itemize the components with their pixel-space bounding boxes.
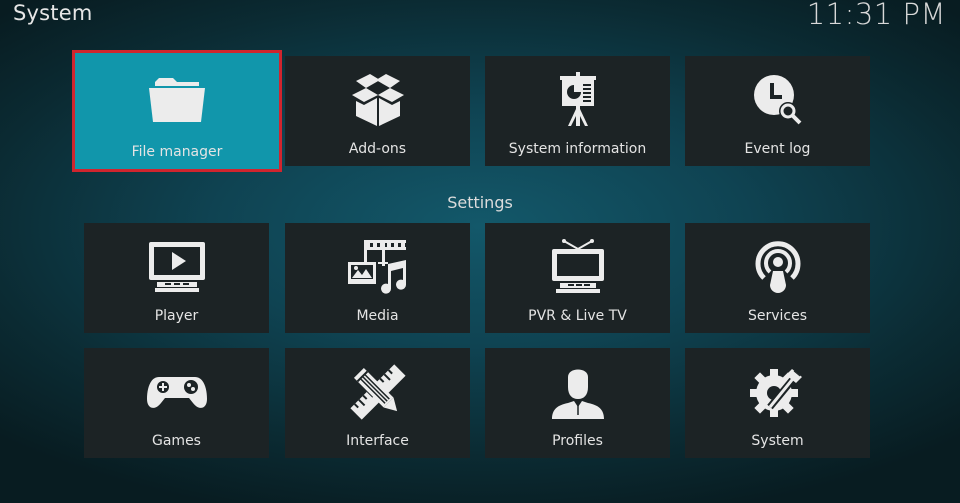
tile-pvr-live-tv[interactable]: PVR & Live TV <box>485 223 670 333</box>
tile-event-log[interactable]: Event log <box>685 56 870 166</box>
clock: 11:31 PM <box>806 0 946 31</box>
tile-file-manager[interactable]: File manager <box>72 50 282 172</box>
tile-label: PVR & Live TV <box>528 308 627 324</box>
clock-search-icon <box>743 70 813 130</box>
tile-media[interactable]: Media <box>285 223 470 333</box>
tile-add-ons[interactable]: Add-ons <box>285 56 470 166</box>
tile-profiles[interactable]: Profiles <box>485 348 670 458</box>
tile-games[interactable]: Games <box>84 348 269 458</box>
tv-antenna-icon <box>543 237 613 297</box>
tile-player[interactable]: Player <box>84 223 269 333</box>
pencil-ruler-icon <box>343 362 413 422</box>
tile-label: Player <box>154 308 199 324</box>
tile-label: System <box>751 433 804 449</box>
tile-system[interactable]: System <box>685 348 870 458</box>
tile-label: Media <box>356 308 399 324</box>
media-film-photo-music-icon <box>343 237 413 297</box>
settings-heading: Settings <box>447 193 513 212</box>
window-title: System <box>13 1 93 25</box>
tile-label: Add-ons <box>348 141 407 157</box>
user-profile-icon <box>543 362 613 422</box>
tile-services[interactable]: Services <box>685 223 870 333</box>
tile-label: Games <box>152 433 201 449</box>
open-box-icon <box>343 70 413 130</box>
broadcast-podcast-icon <box>743 237 813 297</box>
gear-wrench-icon <box>743 362 813 422</box>
tile-label: Interface <box>346 433 409 449</box>
tile-system-information[interactable]: System information <box>485 56 670 166</box>
tile-label: Event log <box>744 141 811 157</box>
tile-label: System information <box>508 141 647 157</box>
tile-label: Services <box>747 308 808 324</box>
tile-interface[interactable]: Interface <box>285 348 470 458</box>
tile-label: Profiles <box>552 433 603 449</box>
tile-label: File manager <box>131 144 223 160</box>
presentation-board-icon <box>543 70 613 130</box>
gamepad-icon <box>142 362 212 422</box>
monitor-play-icon <box>142 237 212 297</box>
folder-icon <box>142 69 212 129</box>
